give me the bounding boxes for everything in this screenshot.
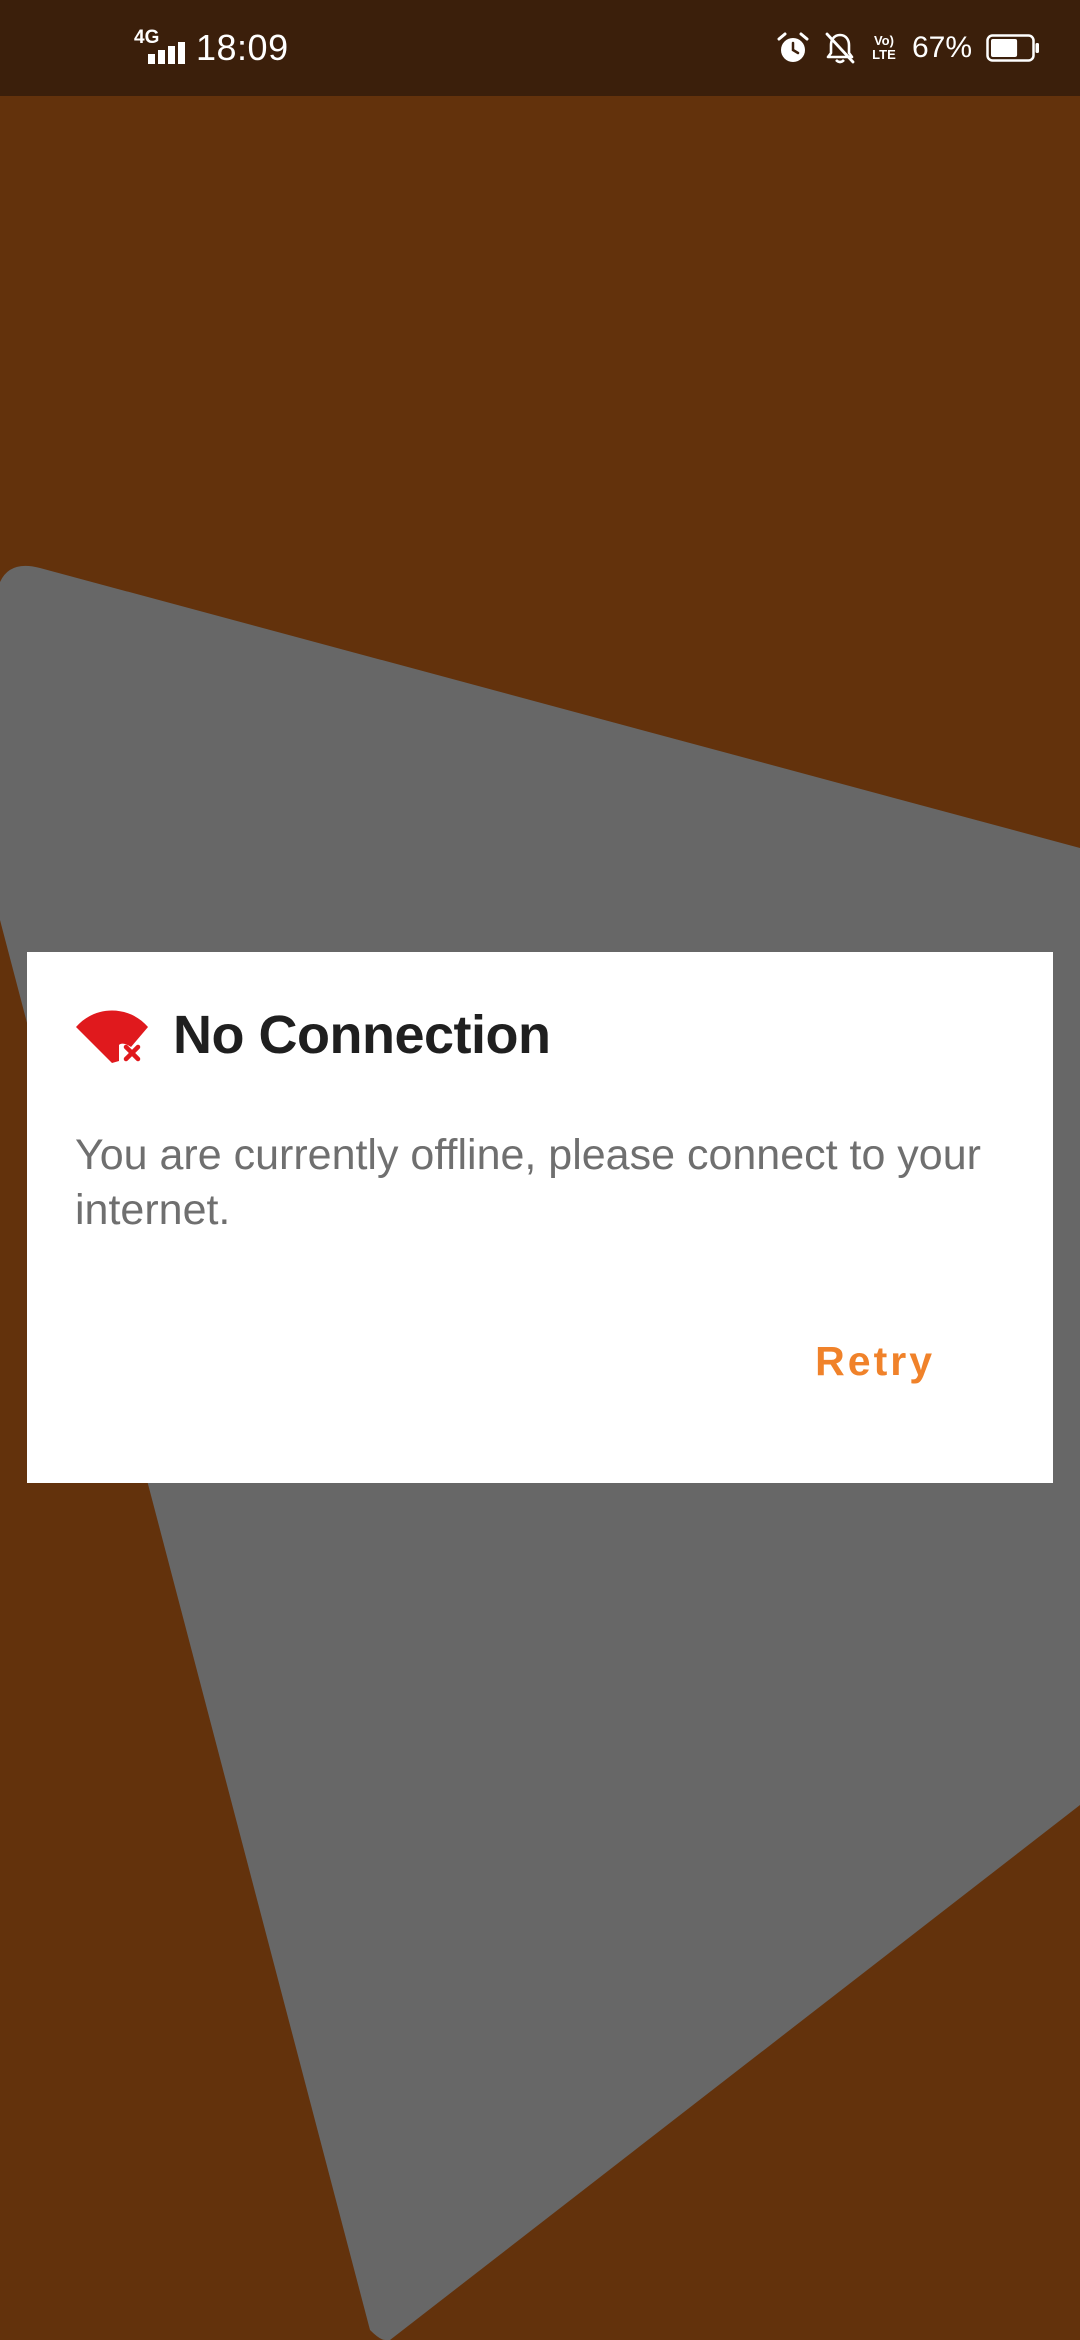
status-bar-right: Vo) LTE 67% <box>776 0 1040 96</box>
dialog-title-row: No Connection <box>75 1004 551 1066</box>
volte-top-label: Vo) <box>873 33 894 48</box>
no-connection-dialog: No Connection You are currently offline,… <box>27 952 1053 1483</box>
dialog-title: No Connection <box>173 1005 551 1065</box>
volte-bottom-label: LTE <box>872 47 896 62</box>
battery-icon <box>986 34 1039 62</box>
status-time: 18:09 <box>196 27 289 68</box>
battery-percent: 67% <box>911 31 972 64</box>
notifications-off-icon <box>825 32 855 64</box>
retry-button[interactable]: Retry <box>815 1338 935 1385</box>
status-bar: 4G 18:09 Vo) LTE 67% <box>0 0 1080 96</box>
dialog-message: You are currently offline, please connec… <box>75 1131 981 1234</box>
signal-icon: 4G <box>134 28 188 68</box>
wifi-off-icon <box>76 1010 148 1063</box>
volte-icon: Vo) LTE <box>870 34 898 62</box>
status-bar-left: 4G 18:09 <box>134 0 289 96</box>
signal-bars-icon <box>148 42 185 64</box>
alarm-icon <box>777 32 809 62</box>
